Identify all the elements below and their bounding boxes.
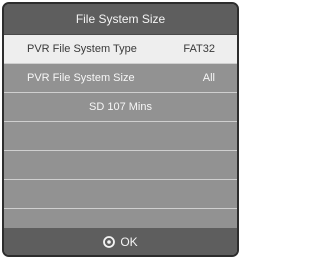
recording-time-row: SD 107 Mins — [4, 93, 237, 122]
pvr-file-system-size-label: PVR File System Size — [27, 72, 135, 84]
recording-time-text: SD 107 Mins — [89, 101, 152, 113]
pvr-file-system-type-value: FAT32 — [183, 43, 215, 55]
empty-row — [4, 122, 237, 151]
file-system-size-dialog: File System Size PVR File System Type FA… — [2, 2, 239, 257]
empty-row — [4, 180, 237, 209]
pvr-file-system-type-label: PVR File System Type — [27, 43, 137, 55]
ok-circle-icon — [103, 235, 116, 248]
dialog-footer: OK — [4, 228, 237, 255]
ok-label: OK — [120, 234, 138, 249]
ok-button[interactable]: OK — [4, 228, 237, 255]
pvr-file-system-size-value: All — [202, 72, 215, 84]
dialog-title: File System Size — [4, 4, 237, 35]
empty-row — [4, 151, 237, 180]
pvr-file-system-type-row[interactable]: PVR File System Type FAT32 — [4, 35, 237, 64]
settings-list: PVR File System Type FAT32 PVR File Syst… — [4, 35, 237, 238]
pvr-file-system-size-row[interactable]: PVR File System Size All — [4, 64, 237, 93]
